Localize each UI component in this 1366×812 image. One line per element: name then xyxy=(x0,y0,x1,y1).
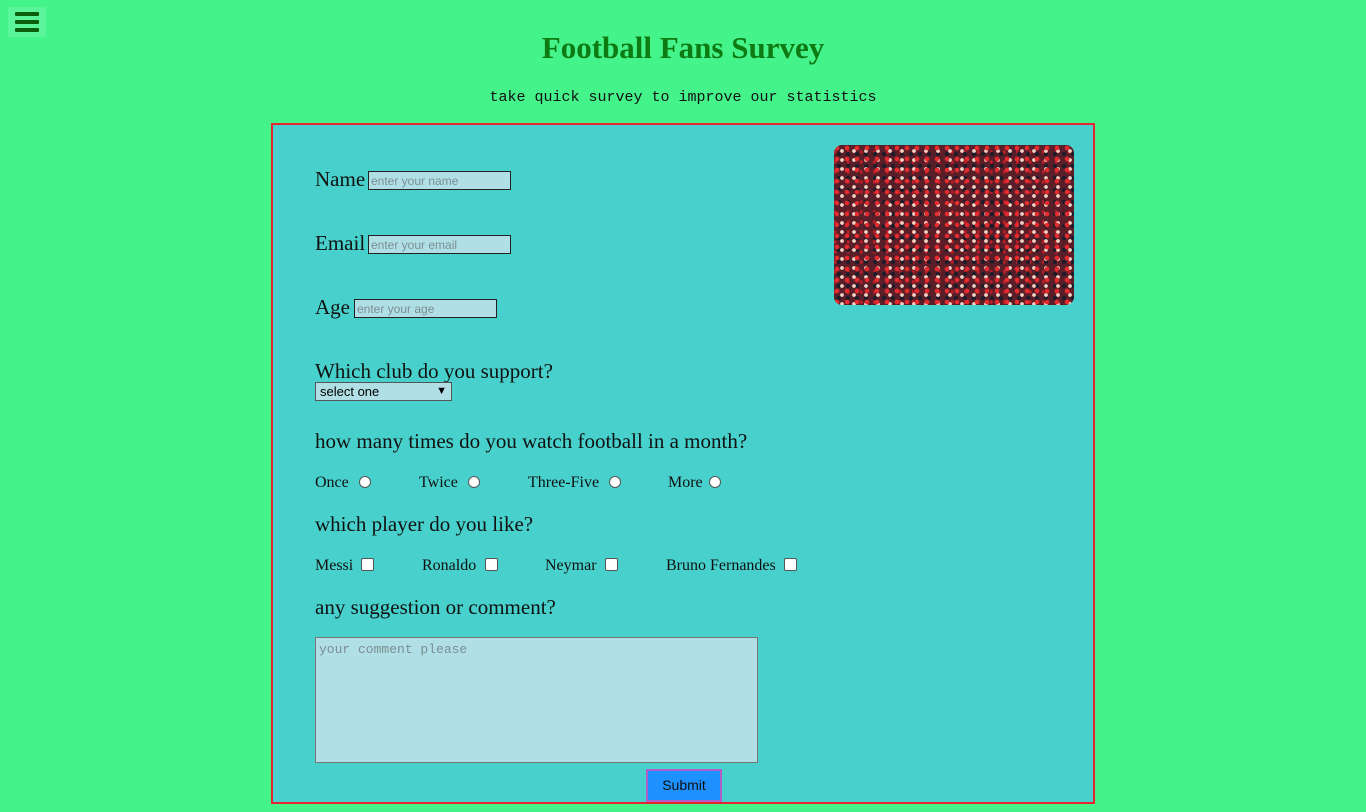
player-option-label: Bruno Fernandes xyxy=(666,557,776,574)
player-ronaldo-checkbox[interactable] xyxy=(485,558,498,571)
watch-three-five-radio[interactable] xyxy=(609,476,621,488)
player-option-label: Neymar xyxy=(545,557,597,574)
comment-question: any suggestion or comment? xyxy=(315,595,556,619)
watch-once-radio[interactable] xyxy=(359,476,371,488)
submit-button[interactable]: Submit xyxy=(646,769,722,802)
email-label: Email xyxy=(315,231,366,255)
watch-more-radio[interactable] xyxy=(709,476,721,488)
age-input[interactable] xyxy=(354,299,497,318)
name-input[interactable] xyxy=(368,171,511,190)
page-subtitle: take quick survey to improve our statist… xyxy=(489,89,877,106)
player-neymar-checkbox[interactable] xyxy=(605,558,618,571)
page-title: Football Fans Survey xyxy=(541,30,825,65)
player-option-label: Messi xyxy=(315,557,354,574)
email-input[interactable] xyxy=(368,235,511,254)
club-question: Which club do you support? xyxy=(315,359,553,383)
watch-option-label: More xyxy=(668,474,703,491)
chevron-down-icon: ▼ xyxy=(436,385,447,397)
comment-textarea[interactable] xyxy=(315,637,758,763)
watch-option-label: Twice xyxy=(419,474,458,491)
club-select-value: select one xyxy=(320,384,380,399)
survey-form: Name Email Age Which club do you support… xyxy=(271,123,1095,804)
name-label: Name xyxy=(315,167,366,191)
player-question: which player do you like? xyxy=(315,512,534,536)
crowd-photo xyxy=(834,145,1074,305)
watch-option-label: Three-Five xyxy=(528,474,600,491)
age-label: Age xyxy=(315,295,350,319)
watch-option-label: Once xyxy=(315,474,349,491)
watch-twice-radio[interactable] xyxy=(468,476,480,488)
club-select[interactable]: select one ▼ xyxy=(315,382,452,401)
player-messi-checkbox[interactable] xyxy=(361,558,374,571)
player-option-label: Ronaldo xyxy=(422,557,477,574)
player-bruno-fernandes-checkbox[interactable] xyxy=(784,558,797,571)
watch-question: how many times do you watch football in … xyxy=(315,429,748,453)
